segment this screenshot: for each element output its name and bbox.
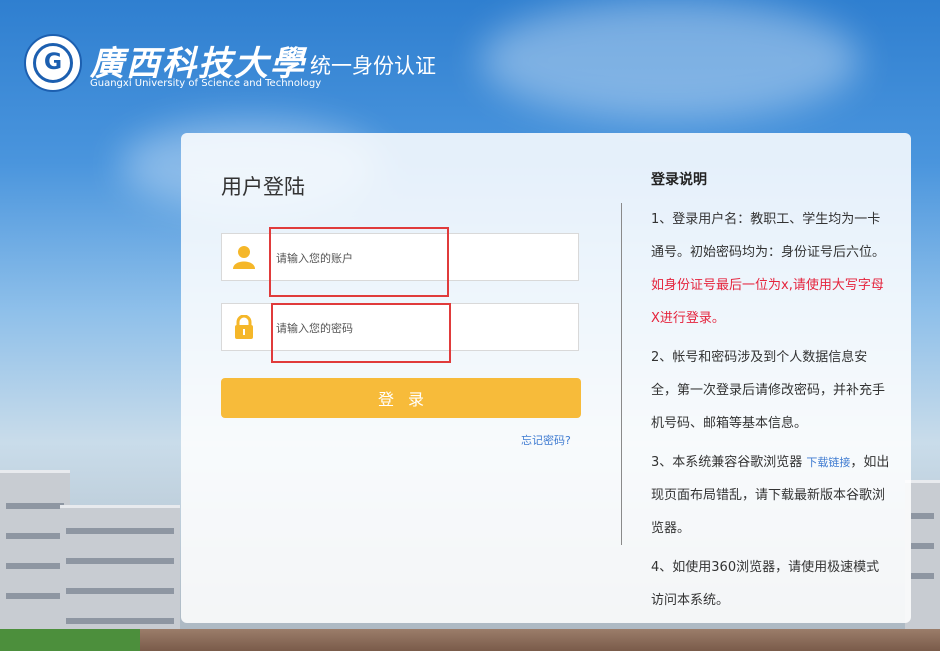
- lock-icon: [222, 304, 266, 350]
- background-ground: [0, 629, 940, 651]
- instruction-item-3-text: 3、本系统兼容谷歌浏览器: [651, 455, 803, 470]
- login-button[interactable]: 登录: [221, 378, 581, 418]
- user-icon: [222, 234, 266, 280]
- login-title: 用户登陆: [221, 175, 305, 199]
- login-card: 用户登陆 登录 忘记密码? 登录说明 1、登录用户名：教职工、学生均为一卡通号。…: [181, 133, 911, 623]
- system-title: 统一身份认证: [310, 54, 436, 78]
- login-instructions: 登录说明 1、登录用户名：教职工、学生均为一卡通号。初始密码均为：身份证号后六位…: [651, 169, 891, 623]
- instruction-item-4: 4、如使用360浏览器，请使用极速模式访问本系统。: [651, 560, 880, 608]
- password-highlight-box: [271, 303, 451, 363]
- instruction-item-3: 3、本系统兼容谷歌浏览器 下载链接，如出现页面布局错乱，请下载最新版本谷歌浏览器…: [651, 446, 891, 545]
- instruction-item-1: 1、登录用户名：教职工、学生均为一卡通号。初始密码均为：身份证号后六位。如身份证…: [651, 203, 891, 335]
- instruction-item-1-highlight: 如身份证号最后一位为x,请使用大写字母X进行登录。: [651, 278, 884, 326]
- instructions-title: 登录说明: [651, 172, 707, 188]
- background-cloud: [480, 0, 860, 120]
- username-highlight-box: [269, 227, 449, 297]
- background-grass: [0, 629, 140, 651]
- forgot-password-link[interactable]: 忘记密码?: [521, 432, 571, 448]
- background-building: [60, 505, 180, 643]
- vertical-divider: [621, 203, 622, 545]
- chrome-download-link[interactable]: 下载链接: [806, 456, 850, 469]
- university-seal-logo: [24, 34, 82, 92]
- instruction-item-2: 2、帐号和密码涉及到个人数据信息安全，第一次登录后请修改密码，并补充手机号码、邮…: [651, 350, 886, 431]
- university-name-en: Guangxi University of Science and Techno…: [90, 78, 322, 89]
- instruction-item-1-text: 1、登录用户名：教职工、学生均为一卡通号。初始密码均为：身份证号后六位。: [651, 212, 886, 260]
